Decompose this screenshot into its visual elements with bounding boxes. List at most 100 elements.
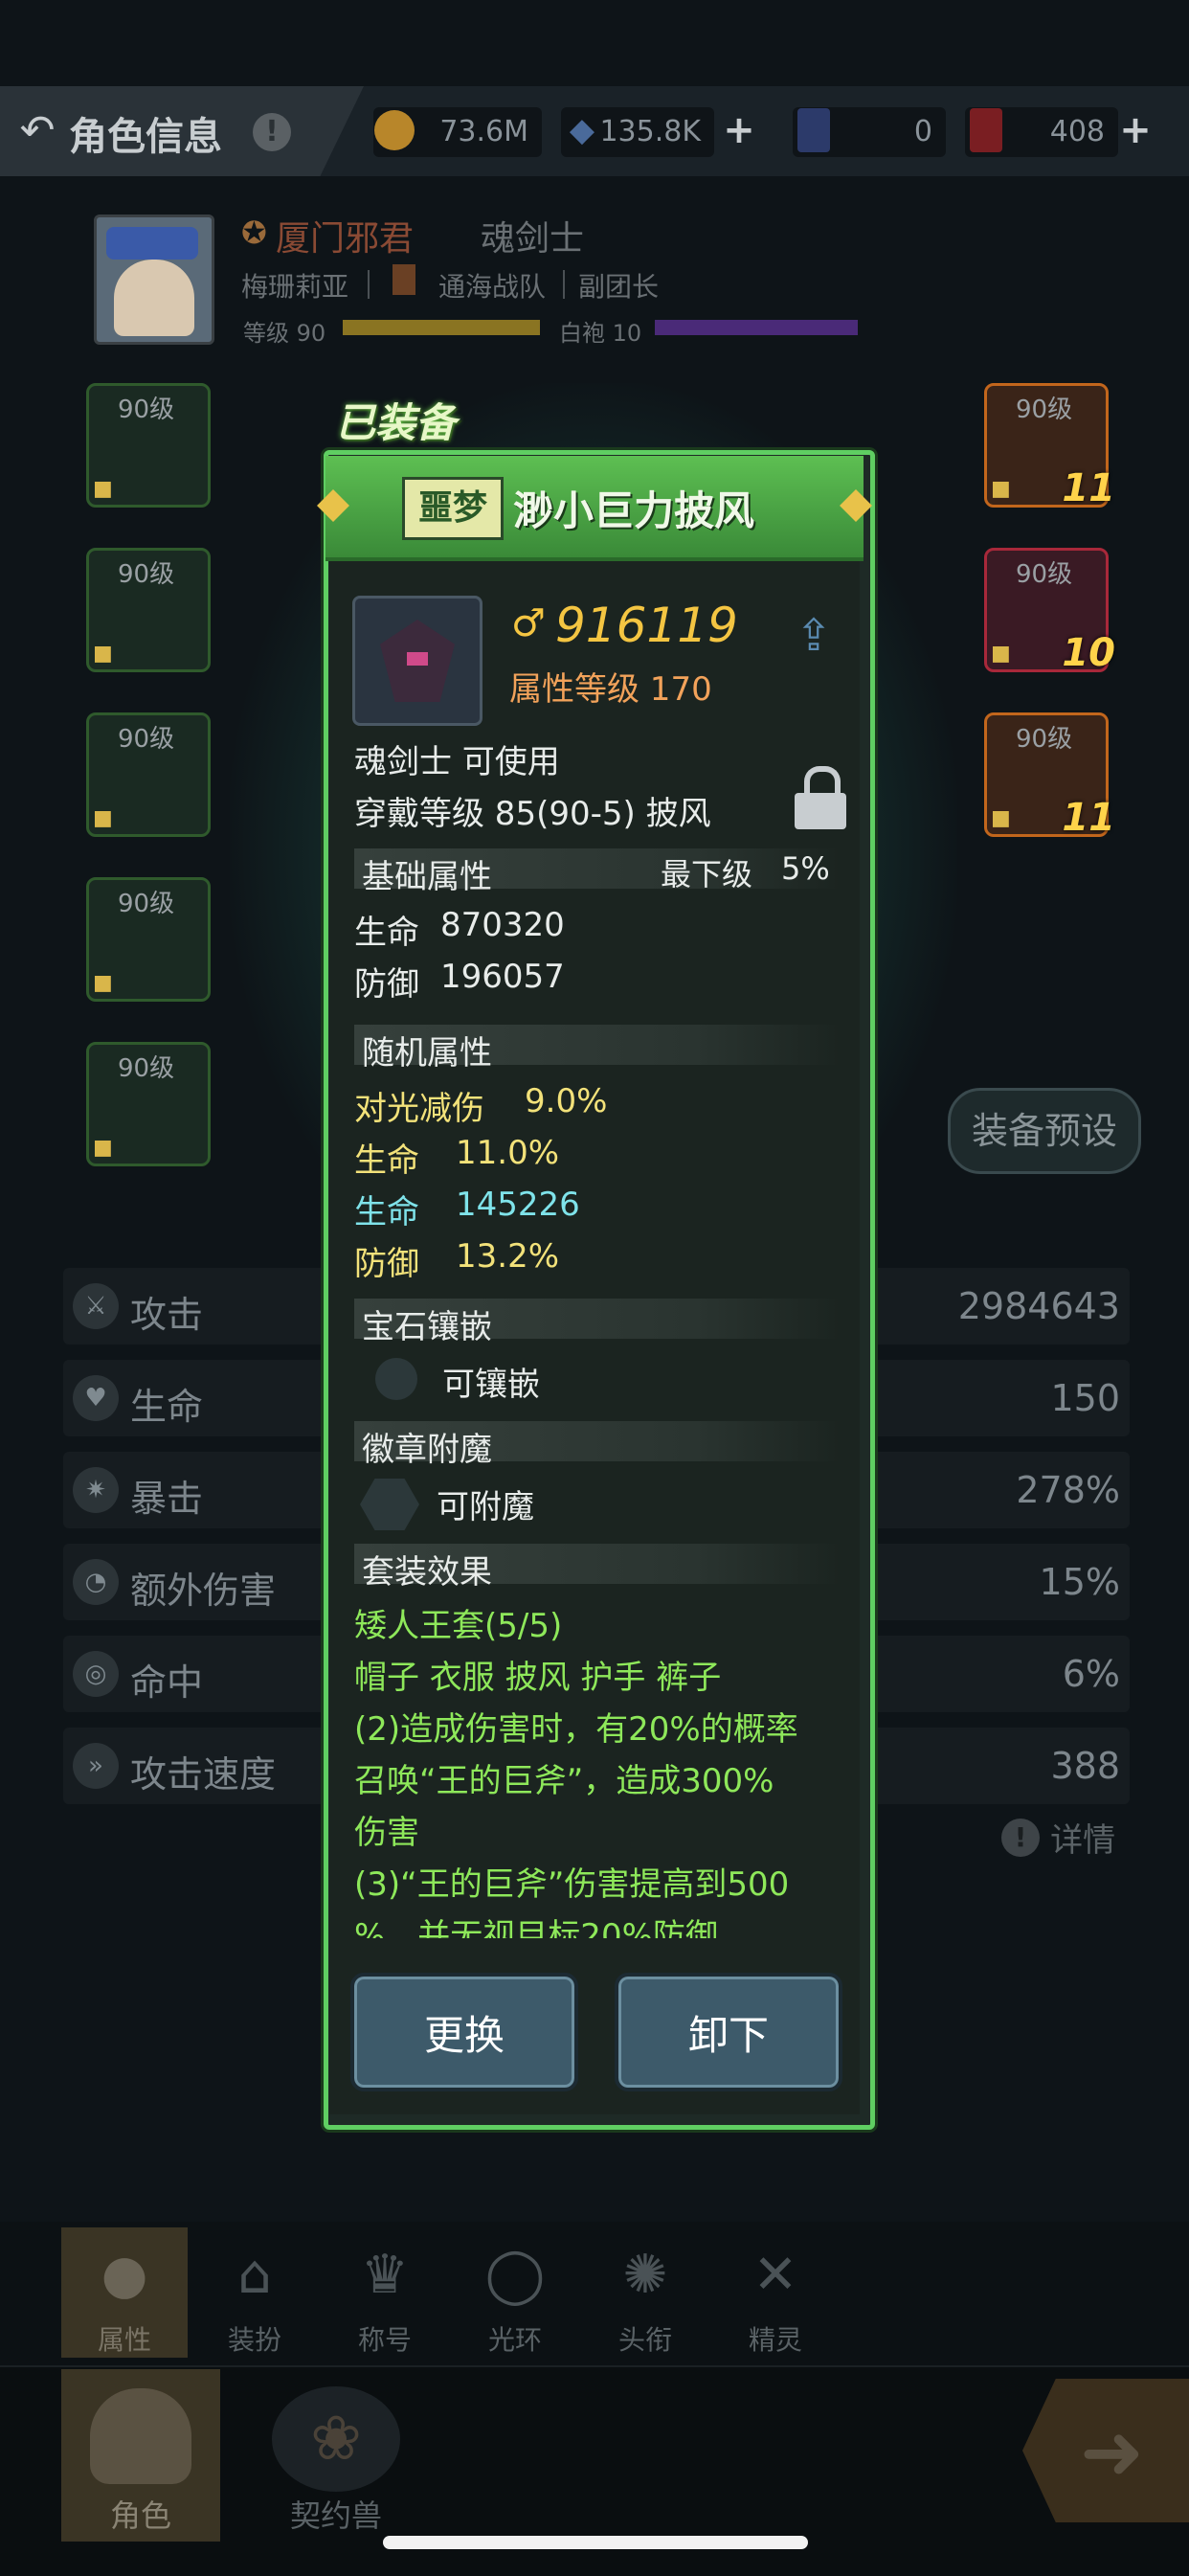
stat-name: 额外伤害 bbox=[130, 1570, 277, 1612]
base-stat-value: 870320 bbox=[440, 906, 565, 944]
item-name: 渺小巨力披风 bbox=[513, 487, 755, 534]
set-effect-line: %，并无视目标20%防御 bbox=[354, 1917, 718, 1938]
lock-toggle-icon[interactable] bbox=[795, 766, 846, 829]
guild-name: 通海战队 bbox=[438, 271, 547, 303]
wear-level: 穿戴等级 85(90-5) 披风 bbox=[354, 795, 711, 833]
guild-flag-icon bbox=[393, 264, 415, 295]
section-random-attributes: 随机属性 bbox=[354, 1025, 841, 1073]
guild-role: 副团长 bbox=[578, 271, 660, 303]
equipment-preset-button[interactable]: 装备预设 bbox=[948, 1088, 1141, 1174]
arrow-right-icon: ➜ bbox=[1080, 2407, 1145, 2497]
lock-icon: ■ bbox=[93, 1136, 113, 1160]
random-stat-value: 13.2% bbox=[456, 1237, 560, 1276]
back-icon[interactable]: ↶ bbox=[11, 105, 63, 157]
set-effect-line: 伤害 bbox=[354, 1814, 419, 1852]
info-icon: ! bbox=[1001, 1818, 1040, 1857]
crown-icon: ♛ bbox=[360, 2244, 410, 2306]
details-link[interactable]: ! 详情 bbox=[1001, 1814, 1115, 1860]
set-effect-line: 矮人王套(5/5) bbox=[354, 1607, 563, 1645]
tab-attributes[interactable]: ● 属性 bbox=[61, 2227, 188, 2358]
tab-label: 属性 bbox=[97, 2324, 151, 2356]
equip-slot-left-3[interactable]: 90级 ■ bbox=[86, 712, 211, 837]
stat-name: 命中 bbox=[130, 1661, 204, 1704]
equip-slot-right-2[interactable]: 90级 ■ 10 bbox=[984, 548, 1115, 675]
section-badge-enchant: 徽章附魔 bbox=[354, 1421, 841, 1469]
nav-label: 角色 bbox=[109, 2497, 171, 2534]
random-stat-name: 生命 bbox=[354, 1193, 419, 1232]
section-base-attributes: 基础属性 bbox=[354, 848, 841, 896]
speed-icon: » bbox=[73, 1743, 119, 1789]
blue-ticket-counter: 0 bbox=[793, 107, 946, 157]
section-gem-socket: 宝石镶嵌 bbox=[354, 1299, 841, 1346]
share-icon[interactable]: ⇪ bbox=[787, 609, 841, 661]
add-crystal-button[interactable]: + bbox=[722, 111, 756, 149]
tab-label: 光环 bbox=[487, 2324, 542, 2356]
slot-level: 90级 bbox=[1016, 560, 1073, 589]
unequip-button[interactable]: 卸下 bbox=[615, 1973, 842, 2091]
random-stat-value: 145226 bbox=[456, 1186, 580, 1224]
empty-gem-socket-icon bbox=[375, 1358, 417, 1400]
help-icon[interactable]: ! bbox=[253, 113, 291, 151]
set-effect-line: (3)“王的巨斧”伤害提高到500 bbox=[354, 1865, 790, 1904]
replace-button[interactable]: 更换 bbox=[350, 1973, 578, 2091]
target-icon: ◎ bbox=[73, 1651, 119, 1697]
crystal-counter: ◆ 135.8K + bbox=[561, 107, 755, 157]
random-stat-name: 对光减伤 bbox=[354, 1090, 484, 1128]
gold-coin-icon bbox=[368, 103, 421, 157]
slot-level: 90级 bbox=[118, 1054, 175, 1083]
set-effect-line: (2)造成伤害时，有20%的概率 bbox=[354, 1710, 798, 1749]
base-stat-name: 防御 bbox=[354, 965, 419, 1004]
tab-outfit[interactable]: ⌂ 装扮 bbox=[191, 2227, 318, 2358]
lock-icon: ■ bbox=[93, 971, 113, 995]
section-title: 宝石镶嵌 bbox=[362, 1308, 492, 1346]
stat-value: 278% bbox=[1016, 1469, 1120, 1511]
set-effect-line: 帽子 衣服 披风 护手 裤子 bbox=[354, 1659, 722, 1697]
set-effect-line: 召唤“王的巨斧”，造成300% bbox=[354, 1762, 774, 1800]
slot-level: 90级 bbox=[118, 890, 175, 918]
red-ticket-value: 408 bbox=[1049, 115, 1105, 148]
equip-slot-right-1[interactable]: 90级 ■ 11 bbox=[984, 383, 1115, 510]
avatar[interactable] bbox=[94, 215, 214, 345]
divider bbox=[368, 270, 370, 299]
person-icon: ● bbox=[101, 2244, 148, 2306]
enhance-count: 10 bbox=[1062, 631, 1115, 675]
red-ticket-counter: 408 + bbox=[965, 107, 1152, 157]
lock-icon: ■ bbox=[93, 477, 113, 501]
equip-slot-left-4[interactable]: 90级 ■ bbox=[86, 877, 211, 1002]
nav-character[interactable]: 角色 bbox=[61, 2369, 220, 2542]
emblem-icon: ✺ bbox=[622, 2244, 668, 2306]
tab-aura[interactable]: ◯ 光环 bbox=[452, 2227, 578, 2358]
robe-bar bbox=[655, 320, 858, 335]
tab-title[interactable]: ♛ 称号 bbox=[322, 2227, 448, 2358]
equip-slot-left-1[interactable]: 90级 ■ bbox=[86, 383, 211, 508]
add-ticket-button[interactable]: + bbox=[1118, 111, 1153, 149]
equip-slot-right-3[interactable]: 90级 ■ 11 bbox=[984, 712, 1115, 840]
nav-contract-beast[interactable]: ❀ 契约兽 bbox=[264, 2369, 408, 2542]
equip-slot-left-5[interactable]: 90级 ■ bbox=[86, 1042, 211, 1166]
blue-ticket-value: 0 bbox=[913, 115, 932, 148]
tab-spirit[interactable]: ✕ 精灵 bbox=[712, 2227, 839, 2358]
paw-icon: ❀ bbox=[272, 2386, 400, 2492]
halo-icon: ◯ bbox=[484, 2244, 546, 2306]
section-title: 徽章附魔 bbox=[362, 1431, 492, 1469]
tab-label: 装扮 bbox=[227, 2324, 281, 2356]
character-icon bbox=[90, 2388, 191, 2484]
blue-ticket-icon bbox=[787, 103, 841, 157]
equip-slot-left-2[interactable]: 90级 ■ bbox=[86, 548, 211, 672]
base-stat-name: 生命 bbox=[354, 914, 419, 952]
random-stat-value: 9.0% bbox=[525, 1082, 608, 1120]
section-title: 套装效果 bbox=[362, 1553, 492, 1592]
red-ticket-icon bbox=[959, 103, 1013, 157]
tab-head-title[interactable]: ✺ 头衔 bbox=[582, 2227, 708, 2358]
enhance-count: 11 bbox=[1062, 466, 1115, 510]
base-stat-value: 196057 bbox=[440, 958, 565, 996]
stat-value: 6% bbox=[1062, 1653, 1120, 1695]
item-title-banner: 噩梦 渺小巨力披风 bbox=[317, 456, 872, 561]
next-arrow-button[interactable]: ➜ bbox=[1022, 2379, 1189, 2522]
stat-name: 攻击 bbox=[130, 1294, 204, 1336]
tab-label: 头衔 bbox=[617, 2324, 672, 2356]
enhance-count: 11 bbox=[1062, 796, 1115, 840]
stat-name: 暴击 bbox=[130, 1478, 204, 1520]
set-effect-scroll[interactable]: 矮人王套(5/5) 帽子 衣服 披风 护手 裤子 (2)造成伤害时，有20%的概… bbox=[354, 1593, 842, 1938]
nav-label: 契约兽 bbox=[289, 2497, 382, 2534]
